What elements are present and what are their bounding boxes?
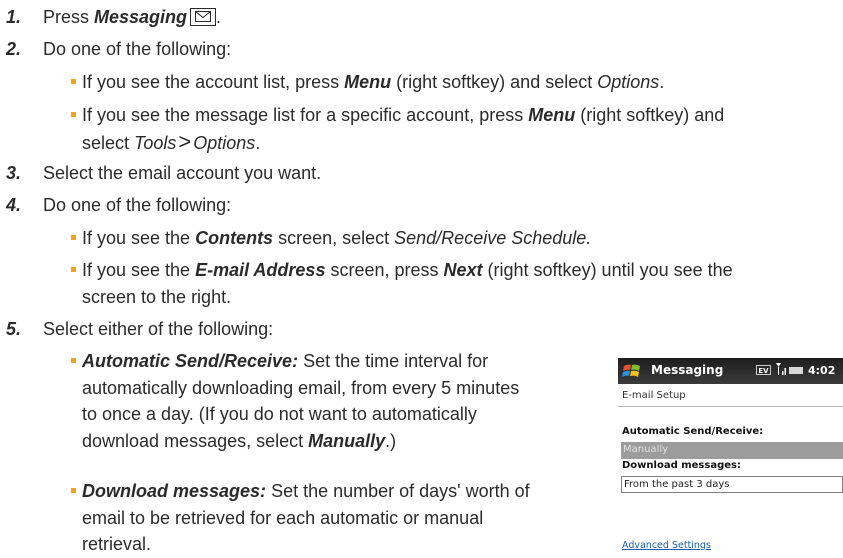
signal-icon [775,362,787,379]
bullet-marker [71,112,76,117]
app-title: Messaging [651,363,724,377]
bullet-marker [71,235,76,240]
phone-screenshot: Messaging EV 4:02 E-mail Setup Automatic… [618,358,843,558]
step-text: Do one of the following: [43,39,232,59]
list-item: If you see the account list, press Menu … [71,69,664,96]
step-number: 1. [6,7,22,27]
step-text: Select the email account you want. [43,163,322,183]
bullet-marker [71,358,76,363]
clock-time: 4:02 [808,364,836,377]
download-messages-label: Download messages: [622,460,741,471]
step-number: 3. [6,163,22,183]
step-text: Press Messaging. [43,7,222,27]
auto-send-receive-select[interactable]: Manually [621,442,843,459]
list-item: If you see the Contents screen, select S… [71,225,591,252]
messaging-term: Messaging [94,7,188,27]
step-text: Select either of the following: [43,319,274,339]
step-number: 2. [6,39,22,59]
screen-subheader: E-mail Setup [618,386,843,407]
advanced-settings-link[interactable]: Advanced Settings [622,540,711,551]
windows-logo-icon[interactable] [622,362,642,383]
download-messages-select[interactable]: From the past 3 days [621,476,843,493]
list-item: If you see the E-mail Address screen, pr… [71,257,733,310]
list-item: Automatic Send/Receive: Set the time int… [71,348,519,454]
step-text: Do one of the following: [43,195,232,215]
ev-badge: EV [756,365,771,375]
list-item: If you see the message list for a specif… [71,102,724,156]
envelope-icon [190,8,217,26]
bullet-marker [71,267,76,272]
auto-send-receive-label: Automatic Send/Receive: [622,426,764,437]
title-bar: Messaging EV 4:02 [618,358,843,384]
list-item: Download messages: Set the number of day… [71,478,530,558]
bullet-marker [71,79,76,84]
bullet-marker [71,488,76,493]
step-number: 5. [6,319,22,339]
step-number: 4. [6,195,22,215]
battery-icon [789,367,803,374]
